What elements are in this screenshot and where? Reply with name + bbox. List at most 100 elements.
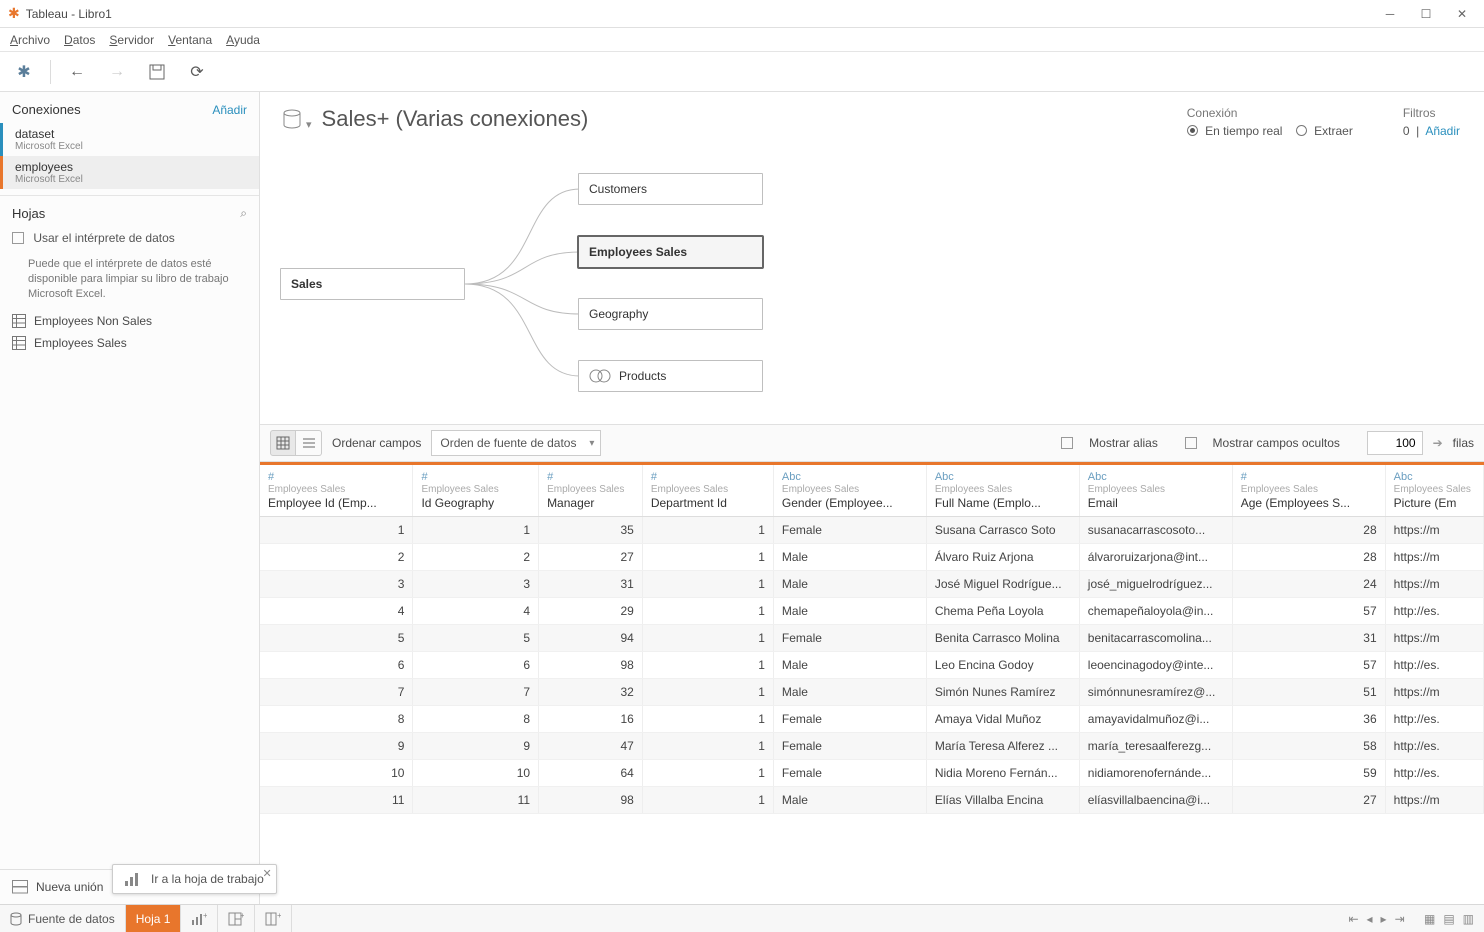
table-row[interactable]: 77321MaleSimón Nunes Ramírezsimónnunesra… bbox=[260, 679, 1484, 706]
table-cell[interactable]: 24 bbox=[1232, 571, 1385, 598]
table-cell[interactable]: 11 bbox=[413, 787, 539, 814]
table-cell[interactable]: 28 bbox=[1232, 517, 1385, 544]
save-button[interactable] bbox=[143, 58, 171, 86]
table-cell[interactable]: 1 bbox=[642, 787, 773, 814]
table-cell[interactable]: álvaroruizarjona@int... bbox=[1079, 544, 1232, 571]
table-cell[interactable]: 1 bbox=[642, 760, 773, 787]
show-tabs-icon[interactable]: ▦ bbox=[1424, 912, 1435, 926]
table-cell[interactable]: María Teresa Alferez ... bbox=[926, 733, 1079, 760]
table-cell[interactable]: benitacarrascomolina... bbox=[1079, 625, 1232, 652]
table-cell[interactable]: 98 bbox=[539, 787, 643, 814]
view-grid-button[interactable] bbox=[270, 430, 296, 456]
table-cell[interactable]: Male bbox=[773, 679, 926, 706]
canvas-table-sales[interactable]: Sales bbox=[280, 268, 465, 300]
table-cell[interactable]: 58 bbox=[1232, 733, 1385, 760]
table-cell[interactable]: Nidia Moreno Fernán... bbox=[926, 760, 1079, 787]
table-cell[interactable]: 5 bbox=[413, 625, 539, 652]
table-cell[interactable]: simónnunesramírez@... bbox=[1079, 679, 1232, 706]
table-cell[interactable]: 1 bbox=[260, 517, 413, 544]
table-row[interactable]: 1111981MaleElías Villalba Encinaelíasvil… bbox=[260, 787, 1484, 814]
table-cell[interactable]: 8 bbox=[260, 706, 413, 733]
table-cell[interactable]: 2 bbox=[413, 544, 539, 571]
table-cell[interactable]: Male bbox=[773, 571, 926, 598]
table-cell[interactable]: 1 bbox=[413, 517, 539, 544]
canvas-table-products[interactable]: Products bbox=[578, 360, 763, 392]
table-cell[interactable]: https://m bbox=[1385, 679, 1483, 706]
table-cell[interactable]: 6 bbox=[260, 652, 413, 679]
table-row[interactable]: 33311MaleJosé Miguel Rodrígue...josé_mig… bbox=[260, 571, 1484, 598]
table-cell[interactable]: http://es. bbox=[1385, 760, 1483, 787]
table-cell[interactable]: susanacarrascosoto... bbox=[1079, 517, 1232, 544]
column-header[interactable]: AbcEmployees SalesPicture (Em bbox=[1385, 465, 1483, 517]
new-story-button[interactable]: + bbox=[255, 905, 292, 932]
nav-prev-icon[interactable]: ◂ bbox=[1367, 912, 1373, 926]
column-header[interactable]: #Employees SalesAge (Employees S... bbox=[1232, 465, 1385, 517]
radio-live[interactable] bbox=[1187, 125, 1198, 136]
table-row[interactable]: 66981MaleLeo Encina Godoyleoencinagodoy@… bbox=[260, 652, 1484, 679]
back-button[interactable]: ← bbox=[63, 58, 91, 86]
table-row[interactable]: 22271MaleÁlvaro Ruiz Arjonaálvaroruizarj… bbox=[260, 544, 1484, 571]
show-hidden-checkbox[interactable] bbox=[1185, 437, 1197, 449]
show-filmstrip-icon[interactable]: ▤ bbox=[1443, 912, 1454, 926]
table-cell[interactable]: 4 bbox=[260, 598, 413, 625]
table-cell[interactable]: 3 bbox=[260, 571, 413, 598]
join-canvas[interactable]: Sales Customers Employees Sales Geograph… bbox=[260, 144, 1484, 424]
table-cell[interactable]: 36 bbox=[1232, 706, 1385, 733]
table-cell[interactable]: 47 bbox=[539, 733, 643, 760]
table-cell[interactable]: 28 bbox=[1232, 544, 1385, 571]
radio-extract[interactable] bbox=[1296, 125, 1307, 136]
table-cell[interactable]: https://m bbox=[1385, 571, 1483, 598]
new-dashboard-button[interactable]: + bbox=[218, 905, 255, 932]
show-aliases-checkbox[interactable] bbox=[1061, 437, 1073, 449]
table-cell[interactable]: Male bbox=[773, 787, 926, 814]
add-filter-link[interactable]: Añadir bbox=[1425, 124, 1460, 138]
table-cell[interactable]: Susana Carrasco Soto bbox=[926, 517, 1079, 544]
table-cell[interactable]: maría_teresaalferezg... bbox=[1079, 733, 1232, 760]
table-cell[interactable]: https://m bbox=[1385, 517, 1483, 544]
table-cell[interactable]: 3 bbox=[413, 571, 539, 598]
connection-dataset[interactable]: dataset Microsoft Excel bbox=[0, 123, 259, 156]
table-row[interactable]: 44291MaleChema Peña Loyolachemapeñaloyol… bbox=[260, 598, 1484, 625]
table-cell[interactable]: leoencinagodoy@inte... bbox=[1079, 652, 1232, 679]
table-cell[interactable]: 57 bbox=[1232, 652, 1385, 679]
table-cell[interactable]: http://es. bbox=[1385, 652, 1483, 679]
search-sheets-icon[interactable]: ⌕ bbox=[240, 206, 247, 221]
canvas-table-customers[interactable]: Customers bbox=[578, 173, 763, 205]
data-interpreter-checkbox[interactable] bbox=[12, 232, 24, 244]
table-cell[interactable]: 1 bbox=[642, 679, 773, 706]
table-cell[interactable]: https://m bbox=[1385, 787, 1483, 814]
table-cell[interactable]: 9 bbox=[413, 733, 539, 760]
table-cell[interactable]: amayavidalmuñoz@i... bbox=[1079, 706, 1232, 733]
table-cell[interactable]: 7 bbox=[413, 679, 539, 706]
table-cell[interactable]: Álvaro Ruiz Arjona bbox=[926, 544, 1079, 571]
table-cell[interactable]: 35 bbox=[539, 517, 643, 544]
column-header[interactable]: AbcEmployees SalesFull Name (Emplo... bbox=[926, 465, 1079, 517]
table-cell[interactable]: 10 bbox=[413, 760, 539, 787]
table-cell[interactable]: 51 bbox=[1232, 679, 1385, 706]
table-cell[interactable]: 59 bbox=[1232, 760, 1385, 787]
column-header[interactable]: #Employees SalesEmployee Id (Emp... bbox=[260, 465, 413, 517]
table-cell[interactable]: 8 bbox=[413, 706, 539, 733]
canvas-table-employees-sales[interactable]: Employees Sales bbox=[578, 236, 763, 268]
close-button[interactable]: ✕ bbox=[1452, 4, 1472, 24]
menu-ayuda[interactable]: Ayuda bbox=[226, 33, 260, 47]
table-cell[interactable]: 98 bbox=[539, 652, 643, 679]
tab-data-source[interactable]: Fuente de datos bbox=[0, 905, 126, 932]
tab-sheet-1[interactable]: Hoja 1 bbox=[126, 905, 182, 932]
column-header[interactable]: AbcEmployees SalesGender (Employee... bbox=[773, 465, 926, 517]
table-cell[interactable]: http://es. bbox=[1385, 598, 1483, 625]
table-cell[interactable]: 1 bbox=[642, 544, 773, 571]
table-cell[interactable]: 27 bbox=[1232, 787, 1385, 814]
menu-datos[interactable]: Datos bbox=[64, 33, 95, 47]
table-cell[interactable]: 7 bbox=[260, 679, 413, 706]
table-cell[interactable]: elíasvillalbaencina@i... bbox=[1079, 787, 1232, 814]
nav-next-icon[interactable]: ▸ bbox=[1381, 912, 1387, 926]
row-arrow-icon[interactable]: ➔ bbox=[1433, 436, 1443, 450]
table-cell[interactable]: Leo Encina Godoy bbox=[926, 652, 1079, 679]
table-cell[interactable]: Chema Peña Loyola bbox=[926, 598, 1079, 625]
table-cell[interactable]: http://es. bbox=[1385, 733, 1483, 760]
table-cell[interactable]: 1 bbox=[642, 598, 773, 625]
table-cell[interactable]: 32 bbox=[539, 679, 643, 706]
table-cell[interactable]: 2 bbox=[260, 544, 413, 571]
table-cell[interactable]: Male bbox=[773, 652, 926, 679]
